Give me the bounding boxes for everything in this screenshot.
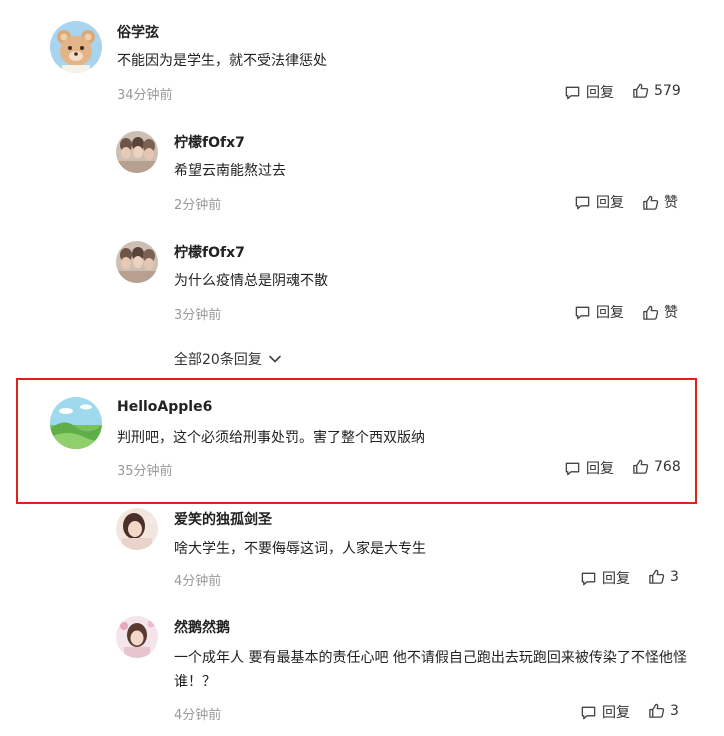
comment-time: 34分钟前 bbox=[117, 88, 173, 103]
like-button[interactable]: 赞 bbox=[642, 192, 678, 212]
user-avatar[interactable] bbox=[116, 508, 158, 550]
like-count: 3 bbox=[670, 568, 679, 585]
reply-button[interactable]: 回复 bbox=[580, 702, 630, 722]
reply-button[interactable]: 回复 bbox=[564, 458, 614, 478]
like-count: 768 bbox=[654, 458, 681, 475]
more-replies-link[interactable]: 全部20条回复 bbox=[174, 349, 282, 369]
user-avatar[interactable] bbox=[116, 131, 158, 173]
reply-label: 回复 bbox=[586, 85, 614, 101]
thumbs-up-icon bbox=[633, 459, 649, 474]
reply-label: 回复 bbox=[596, 195, 624, 211]
like-count: 579 bbox=[654, 82, 681, 99]
thumbs-up-icon bbox=[633, 83, 649, 98]
user-avatar[interactable] bbox=[116, 241, 158, 283]
like-count: 3 bbox=[670, 702, 679, 719]
reply-label: 回复 bbox=[596, 305, 624, 321]
like-label: 赞 bbox=[664, 195, 678, 211]
like-button[interactable]: 3 bbox=[648, 568, 679, 585]
photo-avatar-icon bbox=[116, 241, 158, 283]
photo-avatar-icon bbox=[116, 508, 158, 550]
comment-author[interactable]: 俗学弦 bbox=[117, 22, 159, 42]
comment-author[interactable]: 柠檬fOfx7 bbox=[174, 242, 245, 262]
comment-author[interactable]: 然鹅然鹅 bbox=[174, 617, 230, 637]
reply-icon bbox=[565, 86, 580, 99]
user-avatar[interactable] bbox=[50, 21, 102, 73]
reply-item: 柠檬fOfx7 为什么疫情总是阴魂不散 3分钟前 回复 赞 bbox=[0, 230, 724, 340]
comment-time: 3分钟前 bbox=[174, 308, 222, 323]
reply-item: 爱笑的独孤剑圣 啥大学生，不要侮辱这词，人家是大专生 4分钟前 回复 3 bbox=[0, 500, 724, 608]
like-button[interactable]: 3 bbox=[648, 702, 679, 719]
comment-time: 4分钟前 bbox=[174, 574, 222, 589]
reply-item: 然鹅然鹅 一个成年人 要有最基本的责任心吧 他不请假自己跑出去玩跑回来被传染了不… bbox=[0, 608, 724, 736]
photo-avatar-icon bbox=[116, 616, 158, 658]
reply-icon bbox=[565, 462, 580, 475]
comment-time: 35分钟前 bbox=[117, 464, 173, 479]
comment-text: 啥大学生，不要侮辱这词，人家是大专生 bbox=[174, 541, 426, 557]
thumbs-up-icon bbox=[649, 703, 665, 718]
reply-label: 回复 bbox=[602, 571, 630, 587]
comment-text: 判刑吧，这个必须给刑事处罚。害了整个西双版纳 bbox=[117, 430, 425, 446]
more-replies-label: 全部20条回复 bbox=[174, 352, 262, 368]
reply-button[interactable]: 回复 bbox=[580, 568, 630, 588]
reply-icon bbox=[575, 306, 590, 319]
like-button[interactable]: 579 bbox=[632, 82, 681, 99]
comment-author[interactable]: 爱笑的独孤剑圣 bbox=[174, 509, 272, 529]
reply-label: 回复 bbox=[586, 461, 614, 477]
chevron-down-icon bbox=[269, 355, 281, 363]
user-avatar[interactable] bbox=[50, 397, 102, 449]
comment-item: 俗学弦 不能因为是学生，就不受法律惩处 34分钟前 回复 579 bbox=[0, 0, 724, 120]
comment-author[interactable]: HelloApple6 bbox=[117, 399, 212, 415]
reply-button[interactable]: 回复 bbox=[564, 82, 614, 102]
like-label: 赞 bbox=[664, 305, 678, 321]
comment-text: 为什么疫情总是阴魂不散 bbox=[174, 273, 328, 289]
thumbs-up-icon bbox=[643, 195, 659, 210]
comment-text: 希望云南能熬过去 bbox=[174, 163, 286, 179]
like-button[interactable]: 768 bbox=[632, 458, 681, 475]
reply-icon bbox=[575, 196, 590, 209]
thumbs-up-icon bbox=[643, 305, 659, 320]
comment-text: 一个成年人 要有最基本的责任心吧 他不请假自己跑出去玩跑回来被传染了不怪他怪谁！… bbox=[174, 650, 687, 690]
reply-icon bbox=[581, 706, 596, 719]
comment-time: 2分钟前 bbox=[174, 198, 222, 213]
user-avatar[interactable] bbox=[116, 616, 158, 658]
like-button[interactable]: 赞 bbox=[642, 302, 678, 322]
comment-text: 不能因为是学生，就不受法律惩处 bbox=[117, 53, 327, 69]
reply-button[interactable]: 回复 bbox=[574, 192, 624, 212]
photo-avatar-icon bbox=[116, 131, 158, 173]
thumbs-up-icon bbox=[649, 569, 665, 584]
reply-icon bbox=[581, 572, 596, 585]
comment-item: HelloApple6 判刑吧，这个必须给刑事处罚。害了整个西双版纳 35分钟前… bbox=[0, 380, 724, 500]
reply-item: 柠檬fOfx7 希望云南能熬过去 2分钟前 回复 赞 bbox=[0, 120, 724, 230]
bear-avatar-icon bbox=[50, 21, 102, 73]
reply-label: 回复 bbox=[602, 705, 630, 721]
reply-button[interactable]: 回复 bbox=[574, 302, 624, 322]
comment-author[interactable]: 柠檬fOfx7 bbox=[174, 132, 245, 152]
comment-time: 4分钟前 bbox=[174, 708, 222, 723]
landscape-avatar-icon bbox=[50, 397, 102, 449]
